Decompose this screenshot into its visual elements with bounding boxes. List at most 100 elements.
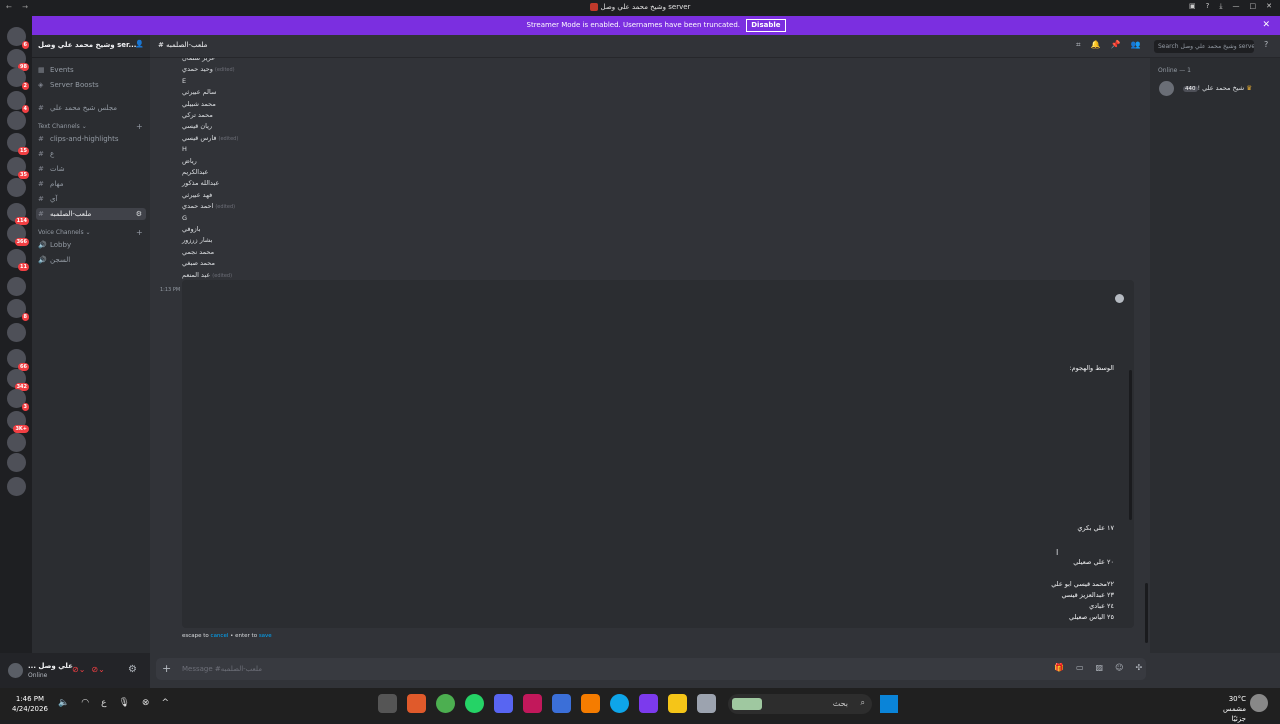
server-icon[interactable]: 366	[7, 224, 29, 246]
app-icon[interactable]	[523, 694, 542, 713]
server-icon[interactable]: 11	[7, 249, 29, 271]
save-link[interactable]: save	[259, 633, 272, 639]
copilot-icon[interactable]	[639, 694, 658, 713]
search-input[interactable]: Search وشيخ محمد علي وصل server	[1154, 40, 1254, 53]
app-icon[interactable]	[581, 694, 600, 713]
message-input[interactable]: + Message #ملعب-الصلمبه 🎁 ▭ ▨ ☺ ✣	[156, 658, 1146, 680]
apps-icon[interactable]: ✣	[1135, 663, 1142, 672]
server-icon[interactable]	[7, 323, 26, 342]
channel-sidebar: وشيخ محمد علي وصل ser... ⌄ 👤 ▦ Events ◈ Se…	[32, 35, 150, 653]
discord-icon[interactable]	[494, 694, 513, 713]
channel-top[interactable]: # مجلس شيخ محمد علي	[36, 102, 146, 114]
server-icon[interactable]: 8	[7, 299, 29, 321]
chrome-icon[interactable]	[436, 694, 455, 713]
add-attachment-icon[interactable]: +	[162, 662, 171, 675]
message-line: رياض	[182, 156, 197, 165]
app-icon[interactable]	[378, 694, 397, 713]
text-category[interactable]: Text Channels ⌄ +	[38, 122, 143, 131]
inbox-icon[interactable]: ▣	[1189, 2, 1196, 11]
folder-icon[interactable]	[668, 694, 687, 713]
members-icon[interactable]: 👥	[1130, 40, 1140, 50]
windows-start-icon[interactable]	[880, 695, 898, 713]
server-icon[interactable]	[7, 111, 26, 130]
store-icon[interactable]	[552, 694, 571, 713]
voice-lobby[interactable]: 🔊 Lobby	[36, 239, 146, 251]
whatsapp-icon[interactable]	[465, 694, 484, 713]
threads-icon[interactable]: ⌗	[1076, 40, 1081, 50]
language-indicator[interactable]: ع	[101, 698, 106, 708]
app-icon[interactable]	[697, 694, 716, 713]
emoji-icon[interactable]	[1115, 294, 1124, 303]
add-voice-icon[interactable]: +	[136, 228, 143, 237]
mic-icon[interactable]: 🎙	[118, 698, 129, 708]
help-icon[interactable]: ?	[1206, 2, 1210, 11]
events-item[interactable]: ▦ Events	[36, 64, 146, 76]
member-name[interactable]: شيخ محمد علي !440 ♛	[1180, 84, 1252, 92]
hash-icon: #	[38, 165, 44, 173]
avatar[interactable]	[8, 663, 23, 678]
download-icon[interactable]: ⤓	[1219, 2, 1222, 11]
boosts-item[interactable]: ◈ Server Boosts	[36, 79, 146, 91]
taskbar-search[interactable]: بحث ⌕	[728, 694, 872, 714]
maximize-button[interactable]: □	[1250, 2, 1257, 11]
server-icon[interactable]	[7, 433, 26, 452]
server-icon[interactable]: 66	[7, 349, 29, 371]
server-icon[interactable]	[7, 277, 26, 296]
server-header[interactable]: وشيخ محمد علي وصل ser... ⌄ 👤	[32, 35, 150, 58]
server-icon[interactable]: 2	[7, 68, 29, 90]
channel-ain[interactable]: # ع	[36, 148, 146, 160]
help-icon[interactable]: ?	[1264, 40, 1268, 49]
server-icon[interactable]: 6	[7, 27, 29, 49]
notifications-off-icon[interactable]: ⊗	[142, 698, 150, 708]
channel-clips[interactable]: # clips-and-highlights	[36, 133, 146, 145]
tray-chevron-icon[interactable]: ^	[161, 698, 169, 708]
invite-icon[interactable]: 👤	[135, 40, 144, 48]
server-icon[interactable]: 3	[7, 389, 29, 411]
member-avatar[interactable]	[1159, 81, 1174, 96]
channel-chat[interactable]: # شات	[36, 163, 146, 175]
emoji-icon[interactable]: ☺	[1115, 663, 1123, 672]
message-edit-box[interactable]: الوسط والهجوم: ١٧ علي بكري ٢٠ علي صعيلي ٢٢م…	[182, 280, 1134, 628]
edge-icon[interactable]	[610, 694, 629, 713]
wifi-icon[interactable]: ◠	[81, 698, 89, 708]
edit-text-line: ٢٥ الياس صعيلي	[1069, 613, 1114, 621]
banner-close-icon[interactable]: ✕	[1262, 16, 1270, 35]
minimize-button[interactable]: —	[1233, 2, 1240, 11]
volume-icon[interactable]: 🔈	[58, 698, 69, 708]
bell-icon[interactable]: 🔔	[1091, 40, 1101, 50]
user-settings-gear-icon[interactable]: ⚙	[128, 664, 137, 675]
pin-icon[interactable]: 📌	[1110, 40, 1120, 50]
channel-selected[interactable]: # ملعب-الصلمبه ⚙	[36, 208, 146, 220]
server-icon[interactable]	[7, 477, 26, 496]
server-icon[interactable]: 98	[7, 49, 29, 71]
weather-icon[interactable]	[1250, 694, 1268, 712]
edit-hint: escape to cancel • enter to save	[182, 633, 272, 639]
app-icon[interactable]	[407, 694, 426, 713]
server-icon[interactable]: 35	[7, 157, 29, 179]
deafen-icon[interactable]: ⊘⌄	[91, 665, 104, 674]
server-icon[interactable]	[7, 178, 26, 197]
gift-icon[interactable]: 🎁	[1054, 663, 1064, 672]
sticker-icon[interactable]: ▨	[1096, 663, 1104, 672]
server-icon[interactable]: 4	[7, 91, 29, 113]
edit-scrollbar[interactable]	[1129, 370, 1132, 520]
channel-settings-icon[interactable]: ⚙	[136, 208, 142, 220]
server-icon[interactable]: 114	[7, 203, 29, 225]
channel-ai[interactable]: # آي	[36, 193, 146, 205]
server-icon[interactable]	[7, 453, 26, 472]
clock[interactable]: 1:46 PM 4/24/2026	[12, 694, 48, 714]
server-icon[interactable]: 15	[7, 133, 29, 155]
add-channel-icon[interactable]: +	[136, 122, 143, 131]
mic-muted-icon[interactable]: ⊘⌄	[72, 665, 85, 674]
server-icon[interactable]: 3K+	[7, 411, 29, 433]
search-icon: ⌕	[860, 698, 865, 707]
server-icon[interactable]: 342	[7, 369, 29, 391]
main-scrollbar[interactable]	[1145, 583, 1148, 643]
cancel-link[interactable]: cancel	[211, 633, 229, 639]
voice-jail[interactable]: 🔊 السجن	[36, 254, 146, 266]
disable-button[interactable]: Disable	[746, 19, 786, 32]
voice-category[interactable]: Voice Channels ⌄ +	[38, 228, 143, 237]
channel-tasks[interactable]: # مهام	[36, 178, 146, 190]
close-button[interactable]: ✕	[1266, 2, 1272, 11]
gif-icon[interactable]: ▭	[1076, 663, 1084, 672]
